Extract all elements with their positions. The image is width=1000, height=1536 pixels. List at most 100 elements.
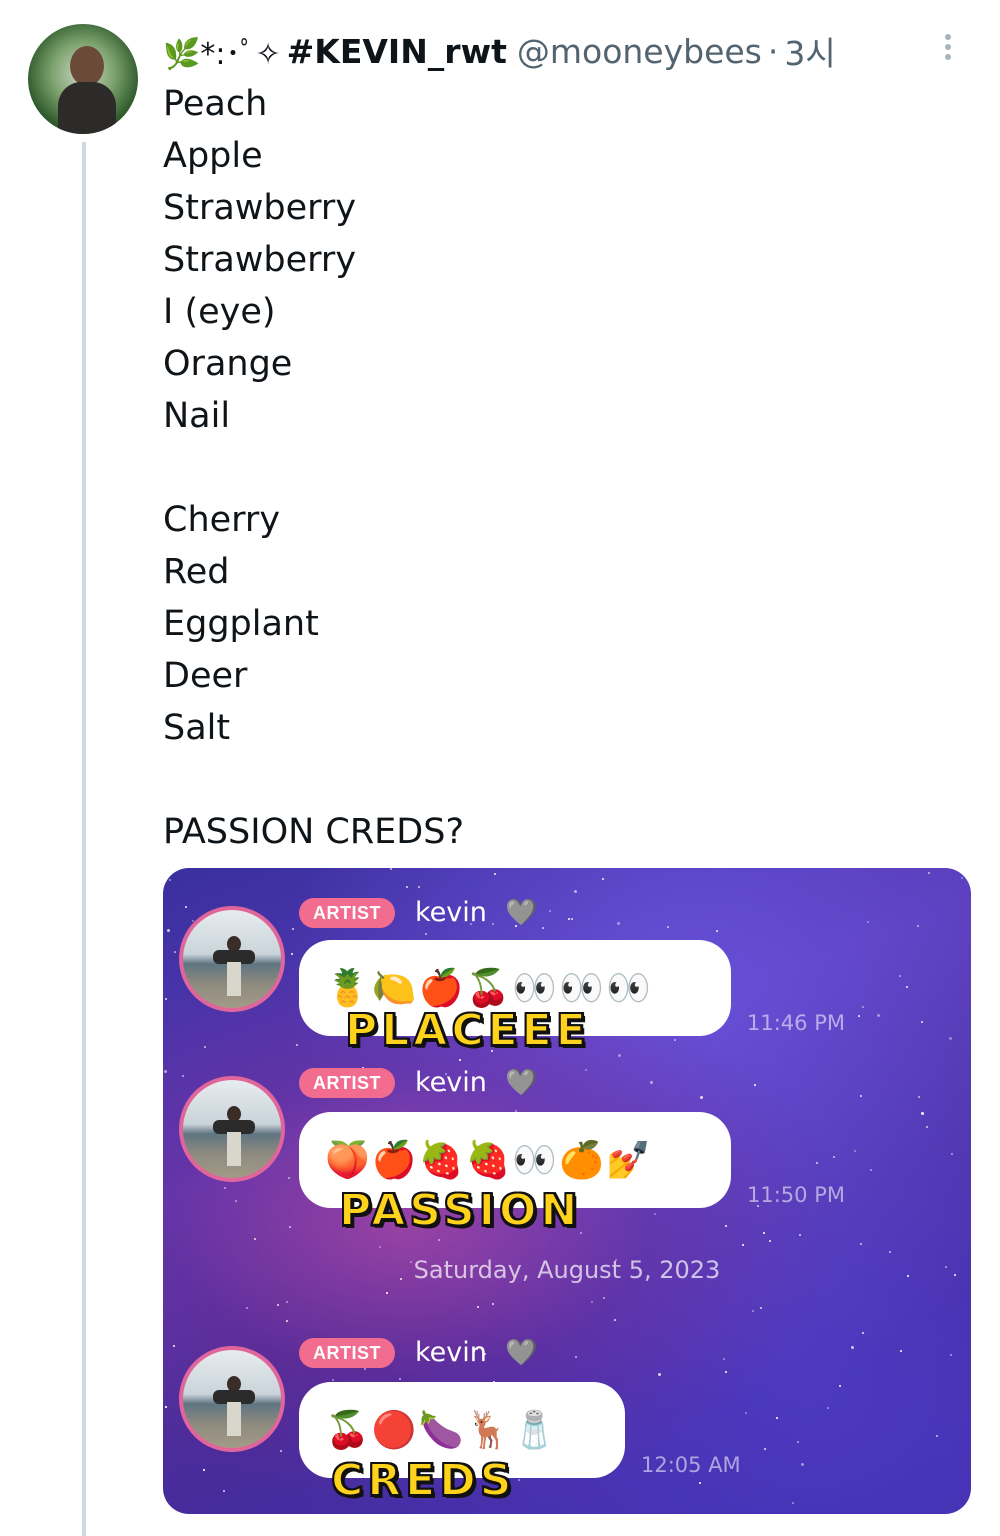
star-speck bbox=[949, 1037, 952, 1040]
star-speck bbox=[292, 928, 294, 930]
star-speck bbox=[816, 1162, 818, 1164]
star-speck bbox=[418, 886, 420, 888]
star-speck bbox=[288, 1177, 290, 1179]
heart-icon: 🩶 bbox=[505, 898, 538, 928]
star-speck bbox=[280, 1450, 282, 1452]
star-speck bbox=[833, 1156, 835, 1158]
star-speck bbox=[167, 929, 170, 932]
star-speck bbox=[399, 1378, 401, 1380]
star-speck bbox=[906, 986, 908, 988]
tweet-line: Apple bbox=[163, 136, 263, 176]
star-speck bbox=[332, 1379, 334, 1381]
star-speck bbox=[169, 879, 171, 881]
star-speck bbox=[617, 922, 620, 925]
star-speck bbox=[654, 1213, 656, 1215]
star-speck bbox=[203, 1469, 205, 1471]
star-speck bbox=[386, 1292, 388, 1294]
heart-icon: 🩶 bbox=[505, 1338, 538, 1368]
star-speck bbox=[182, 1075, 184, 1077]
star-speck bbox=[900, 1350, 902, 1352]
caption-overlay: PLACEEE bbox=[344, 1005, 590, 1057]
star-speck bbox=[725, 1225, 727, 1227]
star-speck bbox=[867, 921, 869, 923]
artist-badge: ARTIST bbox=[299, 1068, 395, 1098]
star-speck bbox=[174, 951, 176, 953]
star-speck bbox=[951, 1153, 953, 1155]
star-speck bbox=[889, 1251, 891, 1253]
avatar-head bbox=[70, 46, 104, 86]
star-speck bbox=[854, 1150, 856, 1152]
star-speck bbox=[254, 1238, 256, 1240]
star-speck bbox=[870, 1169, 872, 1171]
star-speck bbox=[379, 1246, 381, 1248]
star-speck bbox=[858, 1015, 860, 1017]
message-avatar[interactable] bbox=[179, 1076, 285, 1182]
user-handle[interactable]: @mooneybees bbox=[517, 32, 762, 71]
star-speck bbox=[918, 1096, 920, 1098]
star-speck bbox=[763, 1232, 765, 1234]
message-time: 11:46 PM bbox=[747, 1011, 845, 1035]
star-speck bbox=[801, 1463, 804, 1466]
star-speck bbox=[277, 1304, 279, 1306]
star-speck bbox=[438, 1239, 440, 1241]
tweet-line: PASSION CREDS? bbox=[163, 812, 465, 852]
more-options-icon[interactable] bbox=[938, 30, 958, 66]
star-speck bbox=[246, 1307, 248, 1309]
star-speck bbox=[860, 1243, 862, 1245]
sender-name: kevin bbox=[415, 897, 487, 928]
star-speck bbox=[799, 1234, 801, 1236]
star-speck bbox=[950, 1354, 952, 1356]
tweet-time[interactable]: 3시 bbox=[784, 27, 835, 75]
star-speck bbox=[862, 1332, 864, 1334]
star-speck bbox=[928, 872, 930, 874]
separator-dot: · bbox=[767, 31, 779, 71]
star-speck bbox=[591, 1301, 593, 1303]
tweet-line: Deer bbox=[163, 656, 248, 696]
tweet-header: 🌿*:･ﾟ✧ #KEVIN_rwt @mooneybees · 3시 bbox=[163, 26, 836, 76]
star-speck bbox=[289, 1226, 291, 1228]
caption-overlay: PASSION bbox=[338, 1185, 582, 1237]
star-speck bbox=[224, 1187, 226, 1189]
display-name[interactable]: #KEVIN_rwt bbox=[287, 32, 507, 71]
star-speck bbox=[575, 1356, 577, 1358]
star-speck bbox=[204, 1046, 206, 1048]
star-speck bbox=[603, 1297, 605, 1299]
star-speck bbox=[549, 910, 551, 912]
star-speck bbox=[406, 886, 408, 888]
thread-line bbox=[82, 142, 86, 1536]
tweet-line: Peach bbox=[163, 84, 268, 124]
star-speck bbox=[723, 1358, 725, 1360]
star-speck bbox=[235, 1200, 237, 1202]
star-speck bbox=[776, 1417, 778, 1419]
star-speck bbox=[674, 1039, 676, 1041]
star-speck bbox=[742, 1244, 744, 1246]
star-speck bbox=[827, 1407, 829, 1409]
star-speck bbox=[185, 906, 187, 908]
star-speck bbox=[699, 1482, 701, 1484]
star-speck bbox=[542, 927, 544, 929]
star-speck bbox=[877, 1014, 880, 1017]
tweet-line: Eggplant bbox=[163, 604, 319, 644]
star-speck bbox=[667, 926, 669, 928]
star-speck bbox=[614, 1319, 616, 1321]
star-speck bbox=[477, 1306, 479, 1308]
tweet-line: Red bbox=[163, 552, 230, 592]
artist-badge: ARTIST bbox=[299, 898, 395, 928]
sender-name: kevin bbox=[415, 1337, 487, 1368]
star-speck bbox=[291, 953, 293, 955]
star-speck bbox=[618, 1054, 621, 1057]
star-speck bbox=[165, 1406, 167, 1408]
star-speck bbox=[926, 1126, 928, 1128]
star-speck bbox=[839, 1385, 841, 1387]
sender-name: kevin bbox=[415, 1067, 487, 1098]
star-speck bbox=[899, 975, 901, 977]
author-avatar[interactable] bbox=[28, 24, 138, 134]
message-avatar[interactable] bbox=[179, 906, 285, 1012]
message-avatar[interactable] bbox=[179, 1346, 285, 1452]
attached-image[interactable]: ARTIST kevin 🩶 🍍🍋🍎🍒👀👀👀 11:46 PM PLACEEE … bbox=[163, 868, 971, 1514]
star-speck bbox=[961, 877, 963, 879]
star-speck bbox=[860, 1095, 862, 1097]
star-speck bbox=[518, 1479, 520, 1481]
star-speck bbox=[164, 1070, 167, 1073]
